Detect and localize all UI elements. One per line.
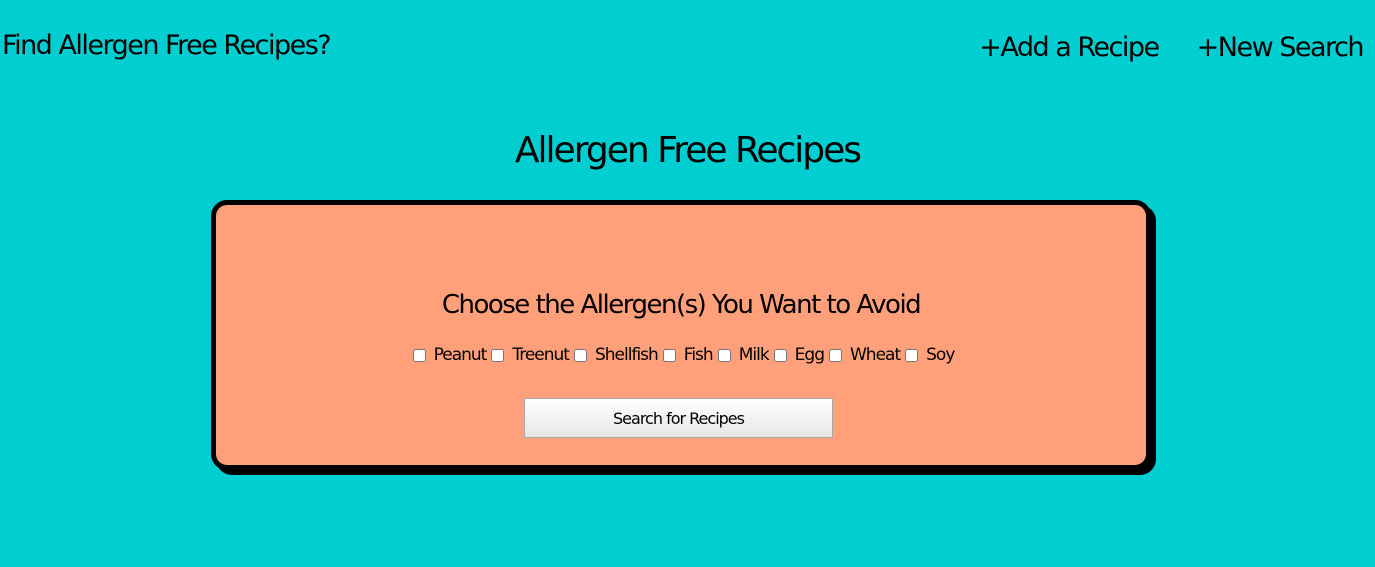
allergen-option-fish[interactable]: Fish [658, 345, 714, 365]
allergen-option-milk[interactable]: Milk [713, 345, 770, 365]
search-recipes-button[interactable]: Search for Recipes [524, 398, 833, 438]
add-recipe-link[interactable]: +Add a Recipe [979, 32, 1160, 63]
nav-links: +Add a Recipe +New Search [979, 32, 1365, 63]
allergen-option-egg[interactable]: Egg [769, 345, 825, 365]
page-title: Allergen Free Recipes [514, 130, 862, 171]
allergen-option-treenut[interactable]: Treenut [486, 345, 570, 365]
fish-checkbox[interactable] [662, 348, 676, 362]
allergen-checkbox-group: Peanut Treenut Shellfish Fish Milk Egg W… [216, 345, 1146, 365]
allergen-label: Wheat [850, 345, 901, 365]
milk-checkbox[interactable] [717, 348, 731, 362]
allergen-label: Soy [926, 345, 955, 365]
allergen-label: Peanut [433, 345, 488, 365]
allergen-label: Shellfish [594, 345, 659, 365]
treenut-checkbox[interactable] [491, 348, 505, 362]
shellfish-checkbox[interactable] [573, 348, 587, 362]
soy-checkbox[interactable] [905, 348, 919, 362]
new-search-link[interactable]: +New Search [1197, 32, 1365, 63]
peanut-checkbox[interactable] [412, 348, 426, 362]
allergen-option-wheat[interactable]: Wheat [824, 345, 901, 365]
allergen-option-soy[interactable]: Soy [900, 345, 955, 365]
allergen-choice-heading: Choose the Allergen(s) You Want to Avoid [441, 290, 922, 320]
allergen-label: Milk [738, 345, 770, 365]
allergen-label: Treenut [512, 345, 570, 365]
allergen-label: Egg [794, 345, 825, 365]
allergen-option-shellfish[interactable]: Shellfish [569, 345, 659, 365]
allergen-option-peanut[interactable]: Peanut [408, 345, 487, 365]
egg-checkbox[interactable] [773, 348, 787, 362]
allergen-search-card: Choose the Allergen(s) You Want to Avoid… [211, 200, 1151, 470]
wheat-checkbox[interactable] [829, 348, 842, 362]
site-brand-title[interactable]: Find Allergen Free Recipes? [2, 30, 332, 61]
allergen-label: Fish [683, 345, 714, 365]
